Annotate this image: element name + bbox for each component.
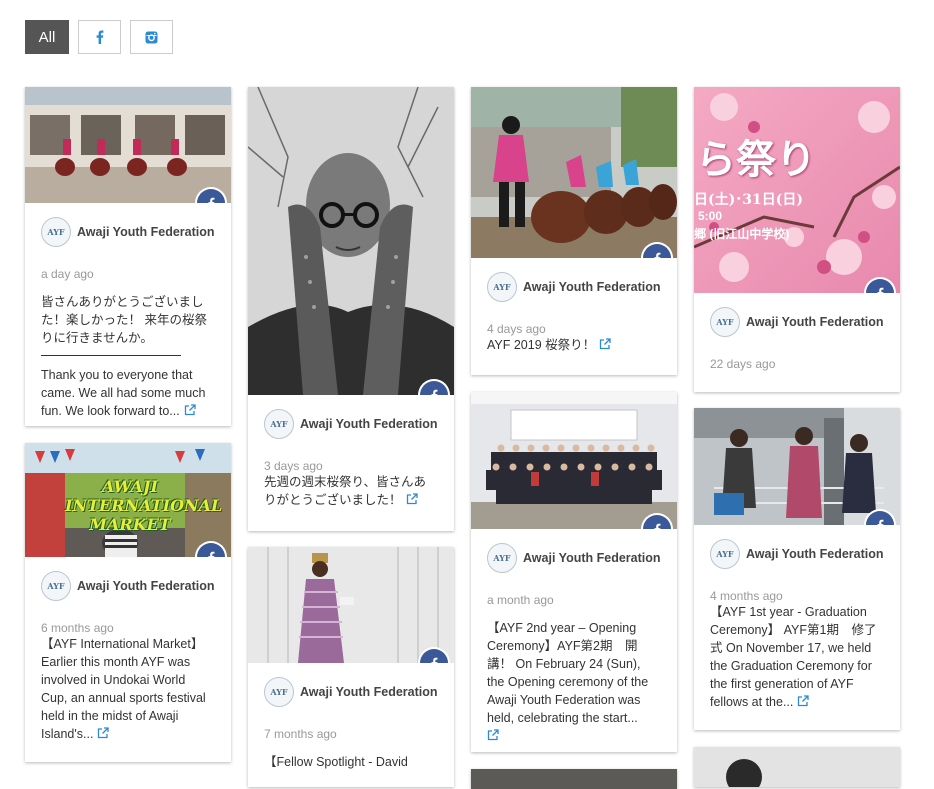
post-photo-portrait-feathers[interactable]	[248, 87, 454, 395]
post-time: 7 months ago	[264, 727, 337, 741]
post-photo-taiko-drummers[interactable]	[471, 87, 677, 258]
poster-title: ら祭り	[696, 136, 816, 183]
post-card[interactable]	[471, 769, 677, 789]
post-photo-sakura-poster[interactable]: ら祭り 日(土)･31日(日) 5:00 郷 (旧江山中学校)	[694, 87, 900, 293]
post-text: 先週の週末桜祭り、皆さんありがとうございました！	[264, 475, 427, 507]
post-time: a day ago	[41, 267, 94, 281]
post-time: 4 months ago	[710, 589, 783, 603]
poster-dates: 日(土)･31日(日)	[694, 192, 803, 208]
avatar: AYF	[487, 543, 517, 573]
author-name: Awaji Youth Federation	[77, 579, 215, 593]
avatar: AYF	[264, 677, 294, 707]
filter-instagram-button[interactable]	[130, 20, 173, 54]
text-divider	[41, 355, 181, 356]
post-text: 【Fellow Spotlight - David	[264, 755, 408, 769]
post-photo-taiko-outdoor[interactable]	[25, 87, 231, 203]
post-photo[interactable]	[694, 747, 900, 787]
author-name: Awaji Youth Federation	[523, 551, 661, 565]
avatar: AYF	[487, 272, 517, 302]
external-link-icon[interactable]	[797, 695, 810, 707]
post-time: 22 days ago	[710, 357, 776, 371]
post-author[interactable]: AYF Awaji Youth Federation	[487, 272, 661, 302]
avatar: AYF	[41, 571, 71, 601]
external-link-icon[interactable]	[184, 404, 196, 416]
post-card[interactable]: AYF Awaji Youth Federation a day ago 皆さん…	[25, 87, 231, 426]
post-author[interactable]: AYF Awaji Youth Federation	[710, 539, 884, 569]
author-name: Awaji Youth Federation	[300, 417, 438, 431]
post-photo[interactable]	[471, 769, 677, 789]
filter-facebook-button[interactable]	[78, 20, 121, 54]
post-time: 4 days ago	[487, 322, 546, 336]
filter-bar: All	[25, 20, 173, 54]
external-link-icon[interactable]	[487, 729, 499, 741]
post-card[interactable]: AWAJI INTERNATIONAL MARKET AYF Awaji You…	[25, 443, 231, 762]
post-photo-fellow-spotlight[interactable]	[248, 547, 454, 663]
post-card[interactable]: AYF Awaji Youth Federation 3 days ago 先週…	[248, 87, 454, 531]
post-card[interactable]: AYF Awaji Youth Federation 4 days ago AY…	[471, 87, 677, 375]
post-author[interactable]: AYF Awaji Youth Federation	[41, 571, 215, 601]
author-name: Awaji Youth Federation	[77, 225, 215, 239]
post-author[interactable]: AYF Awaji Youth Federation	[264, 677, 438, 707]
post-time: a month ago	[487, 593, 554, 607]
avatar: AYF	[710, 539, 740, 569]
instagram-icon	[145, 31, 158, 43]
post-text: 【AYF International Market】 Earlier this …	[41, 637, 206, 741]
external-link-icon[interactable]	[599, 338, 611, 350]
author-name: Awaji Youth Federation	[523, 280, 661, 294]
post-author[interactable]: AYF Awaji Youth Federation	[487, 543, 661, 573]
post-time: 3 days ago	[264, 459, 323, 473]
post-card[interactable]: AYF Awaji Youth Federation 4 months ago …	[694, 408, 900, 730]
external-link-icon[interactable]	[406, 493, 418, 505]
post-author[interactable]: AYF Awaji Youth Federation	[710, 307, 884, 337]
post-photo-graduation-train[interactable]	[694, 408, 900, 525]
author-name: Awaji Youth Federation	[746, 315, 884, 329]
avatar: AYF	[41, 217, 71, 247]
poster-place: 郷 (旧江山中学校)	[694, 227, 790, 241]
post-photo-international-market[interactable]: AWAJI INTERNATIONAL MARKET	[25, 443, 231, 557]
external-link-icon[interactable]	[97, 727, 110, 739]
author-name: Awaji Youth Federation	[746, 547, 884, 561]
post-text: AYF 2019 桜祭り！	[487, 338, 596, 352]
post-author[interactable]: AYF Awaji Youth Federation	[264, 409, 438, 439]
post-author[interactable]: AYF Awaji Youth Federation	[41, 217, 215, 247]
post-card[interactable]: AYF Awaji Youth Federation 7 months ago …	[248, 547, 454, 787]
post-card[interactable]: AYF Awaji Youth Federation a month ago 【…	[471, 392, 677, 752]
avatar: AYF	[264, 409, 294, 439]
photo-overlay-text: AWAJI INTERNATIONAL MARKET	[65, 477, 223, 534]
filter-all-label: All	[38, 28, 56, 46]
post-text-ja: 皆さんありがとうございました！楽しかった！ 来年の桜祭りに行きませんか。	[41, 295, 207, 345]
filter-all-button[interactable]: All	[25, 20, 69, 54]
post-text: 【AYF 2nd year – Opening Ceremony】AYF第2期 …	[487, 621, 649, 725]
facebook-icon	[96, 30, 104, 44]
author-name: Awaji Youth Federation	[300, 685, 438, 699]
post-card[interactable]: ら祭り 日(土)･31日(日) 5:00 郷 (旧江山中学校) AYF Awaj…	[694, 87, 900, 392]
poster-time: 5:00	[698, 209, 723, 223]
post-card[interactable]	[694, 747, 900, 787]
post-text: 【AYF 1st year - Graduation Ceremony】 AYF…	[710, 605, 877, 709]
post-text-en: Thank you to everyone that came. We all …	[41, 368, 206, 418]
post-time: 6 months ago	[41, 621, 114, 635]
avatar: AYF	[710, 307, 740, 337]
post-photo-opening-ceremony[interactable]	[471, 392, 677, 529]
